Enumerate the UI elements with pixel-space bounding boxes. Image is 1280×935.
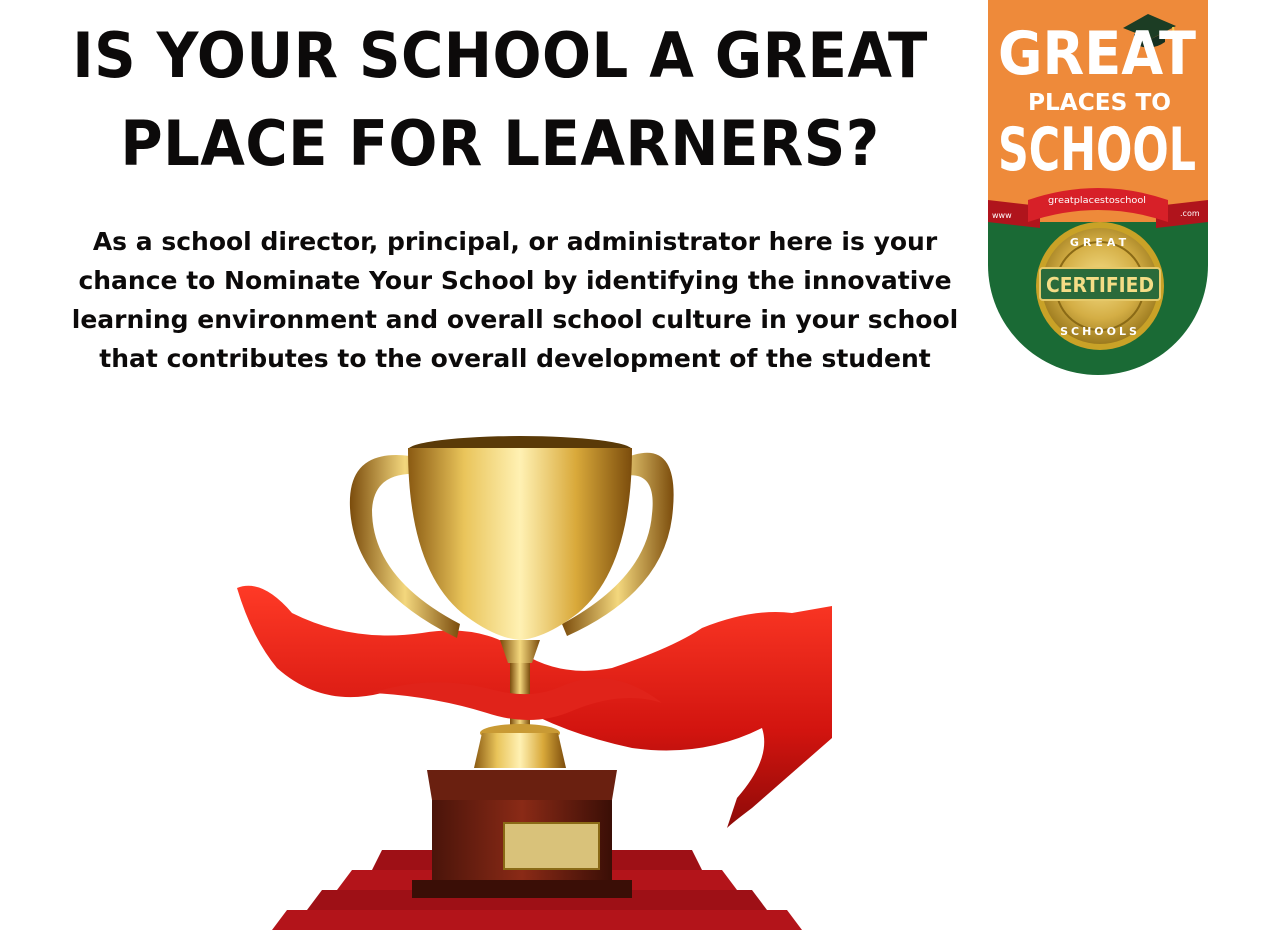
- description-line-1: As a school director, principal, or admi…: [92, 227, 938, 256]
- description-line-2: chance to Nominate Your School by identi…: [78, 266, 952, 295]
- trophy-illustration: [237, 436, 832, 930]
- headline: IS YOUR SCHOOL A GREAT PLACE FOR LEARNER…: [72, 12, 928, 188]
- nomination-description: As a school director, principal, or admi…: [40, 222, 990, 378]
- ribbon-com: .com: [1180, 209, 1200, 218]
- headline-line-2: PLACE FOR LEARNERS?: [120, 107, 880, 180]
- headline-line-1: IS YOUR SCHOOL A GREAT: [72, 19, 928, 92]
- trophy-icon: [237, 436, 832, 930]
- badge-title-school: SCHOOL: [998, 115, 1196, 185]
- trophy-plaque: [503, 822, 600, 870]
- seal-top-text: GREAT: [1070, 236, 1130, 249]
- badge-title-places: PLACES TO: [1028, 90, 1171, 116]
- ribbon-www: www: [992, 211, 1012, 220]
- certified-seal-icon: CERTIFIED GREAT SCHOOLS: [1036, 222, 1164, 350]
- great-places-to-school-logo: GREAT PLACES TO SCHOOL www greatplacesto…: [988, 0, 1208, 375]
- ribbon-site: greatplacestoschool: [1048, 196, 1146, 206]
- description-line-4: that contributes to the overall developm…: [99, 344, 931, 373]
- seal-certified-text: CERTIFIED: [1046, 273, 1154, 297]
- badge-title-great: GREAT: [998, 19, 1196, 89]
- seal-bottom-text: SCHOOLS: [1060, 325, 1140, 338]
- description-line-3: learning environment and overall school …: [71, 305, 959, 334]
